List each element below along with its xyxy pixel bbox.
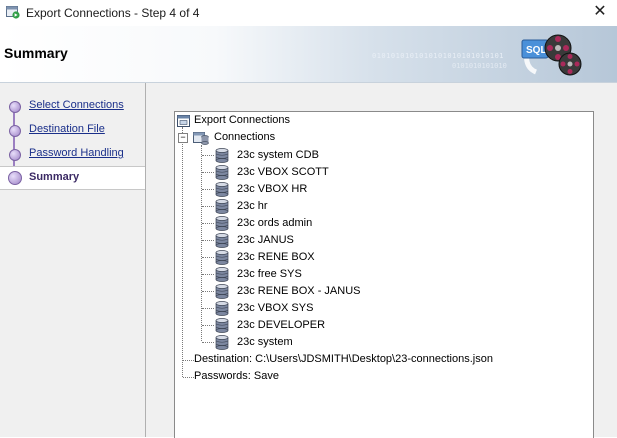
- connection-label: 23c RENE BOX: [237, 251, 315, 263]
- summary-tree[interactable]: Export Connections − Connections 23c sys…: [174, 111, 594, 438]
- step-label[interactable]: Select Connections: [29, 99, 124, 111]
- database-cylinder-icon: [215, 335, 229, 350]
- tree-line: [202, 206, 214, 207]
- connection-item[interactable]: 23c system CDB: [215, 148, 515, 164]
- title-bar: Export Connections - Step 4 of 4 ✕: [0, 0, 617, 26]
- step-password-handling[interactable]: Password Handling: [0, 143, 145, 165]
- tree-line: [183, 360, 194, 361]
- export-window-icon: [177, 115, 190, 127]
- connection-item[interactable]: 23c hr: [215, 199, 515, 215]
- step-label[interactable]: Password Handling: [29, 147, 124, 159]
- step-dot-icon: [9, 101, 21, 113]
- tree-line: [202, 172, 214, 173]
- database-cylinder-icon: [215, 267, 229, 282]
- connection-label: 23c JANUS: [237, 234, 294, 246]
- database-cylinder-icon: [215, 199, 229, 214]
- connections-folder-icon: [193, 132, 209, 145]
- tree-line: [202, 223, 214, 224]
- connection-item[interactable]: 23c system: [215, 335, 515, 351]
- svg-text:SQL: SQL: [526, 45, 547, 56]
- tree-line: [201, 145, 202, 341]
- step-label: Summary: [29, 171, 80, 183]
- tree-line: [202, 189, 214, 190]
- connection-label: 23c VBOX SYS: [237, 302, 314, 314]
- connection-label: 23c ords admin: [237, 217, 313, 229]
- tree-line: [202, 325, 214, 326]
- export-wizard-icon: [6, 6, 20, 19]
- connection-label: 23c system CDB: [237, 149, 319, 161]
- connection-item[interactable]: 23c ords admin: [215, 216, 515, 232]
- tree-line: [202, 155, 214, 156]
- step-dot-current-icon: [8, 171, 22, 185]
- database-cylinder-icon: [215, 233, 229, 248]
- connections-group-label[interactable]: Connections: [214, 131, 275, 143]
- database-cylinder-icon: [215, 182, 229, 197]
- binary-decoration: 0101010101010101010101010101: [372, 52, 505, 60]
- tree-line: [202, 240, 214, 241]
- database-cylinder-icon: [215, 284, 229, 299]
- close-icon: ✕: [593, 3, 607, 20]
- step-select-connections[interactable]: Select Connections: [0, 95, 145, 117]
- tree-line: [182, 127, 183, 377]
- binary-decoration-2: 0101010101010: [452, 62, 507, 70]
- connection-label: 23c hr: [237, 200, 268, 212]
- database-cylinder-icon: [215, 250, 229, 265]
- tree-line: [202, 257, 214, 258]
- connection-label: 23c VBOX HR: [237, 183, 308, 195]
- tree-root-label[interactable]: Export Connections: [194, 114, 290, 126]
- connection-item[interactable]: 23c VBOX HR: [215, 182, 515, 198]
- tree-line: [183, 377, 194, 378]
- collapse-toggle[interactable]: −: [178, 133, 188, 143]
- connection-item[interactable]: 23c RENE BOX - JANUS: [215, 284, 515, 300]
- connection-item[interactable]: 23c RENE BOX: [215, 250, 515, 266]
- step-dot-icon: [9, 125, 21, 137]
- step-summary[interactable]: Summary: [0, 166, 145, 190]
- tree-line: [202, 291, 214, 292]
- database-cylinder-icon: [215, 301, 229, 316]
- window-title: Export Connections - Step 4 of 4: [26, 6, 200, 20]
- step-label[interactable]: Destination File: [29, 123, 105, 135]
- step-destination-file[interactable]: Destination File: [0, 119, 145, 141]
- database-cylinder-icon: [215, 165, 229, 180]
- connection-label: 23c free SYS: [237, 268, 302, 280]
- connection-item[interactable]: 23c VBOX SYS: [215, 301, 515, 317]
- connection-item[interactable]: 23c DEVELOPER: [215, 318, 515, 334]
- step-dot-icon: [9, 149, 21, 161]
- wizard-header: Summary 0101010101010101010101010101 010…: [0, 26, 617, 83]
- connection-item[interactable]: 23c free SYS: [215, 267, 515, 283]
- connection-item[interactable]: 23c JANUS: [215, 233, 515, 249]
- database-cylinder-icon: [215, 216, 229, 231]
- connection-item[interactable]: 23c VBOX SCOTT: [215, 165, 515, 181]
- tree-line: [202, 342, 214, 343]
- connection-label: 23c system: [237, 336, 293, 348]
- database-cylinder-icon: [215, 148, 229, 163]
- connection-label: 23c VBOX SCOTT: [237, 166, 329, 178]
- database-cylinder-icon: [215, 318, 229, 333]
- close-button[interactable]: ✕: [589, 2, 611, 22]
- sql-database-reels-logo: SQL: [521, 34, 582, 76]
- destination-path[interactable]: Destination: C:\Users\JDSMITH\Desktop\23…: [194, 353, 493, 365]
- page-title: Summary: [4, 45, 68, 61]
- connection-label: 23c RENE BOX - JANUS: [237, 285, 361, 297]
- connection-label: 23c DEVELOPER: [237, 319, 326, 331]
- passwords-setting[interactable]: Passwords: Save: [194, 370, 279, 382]
- tree-line: [202, 308, 214, 309]
- tree-line: [202, 274, 214, 275]
